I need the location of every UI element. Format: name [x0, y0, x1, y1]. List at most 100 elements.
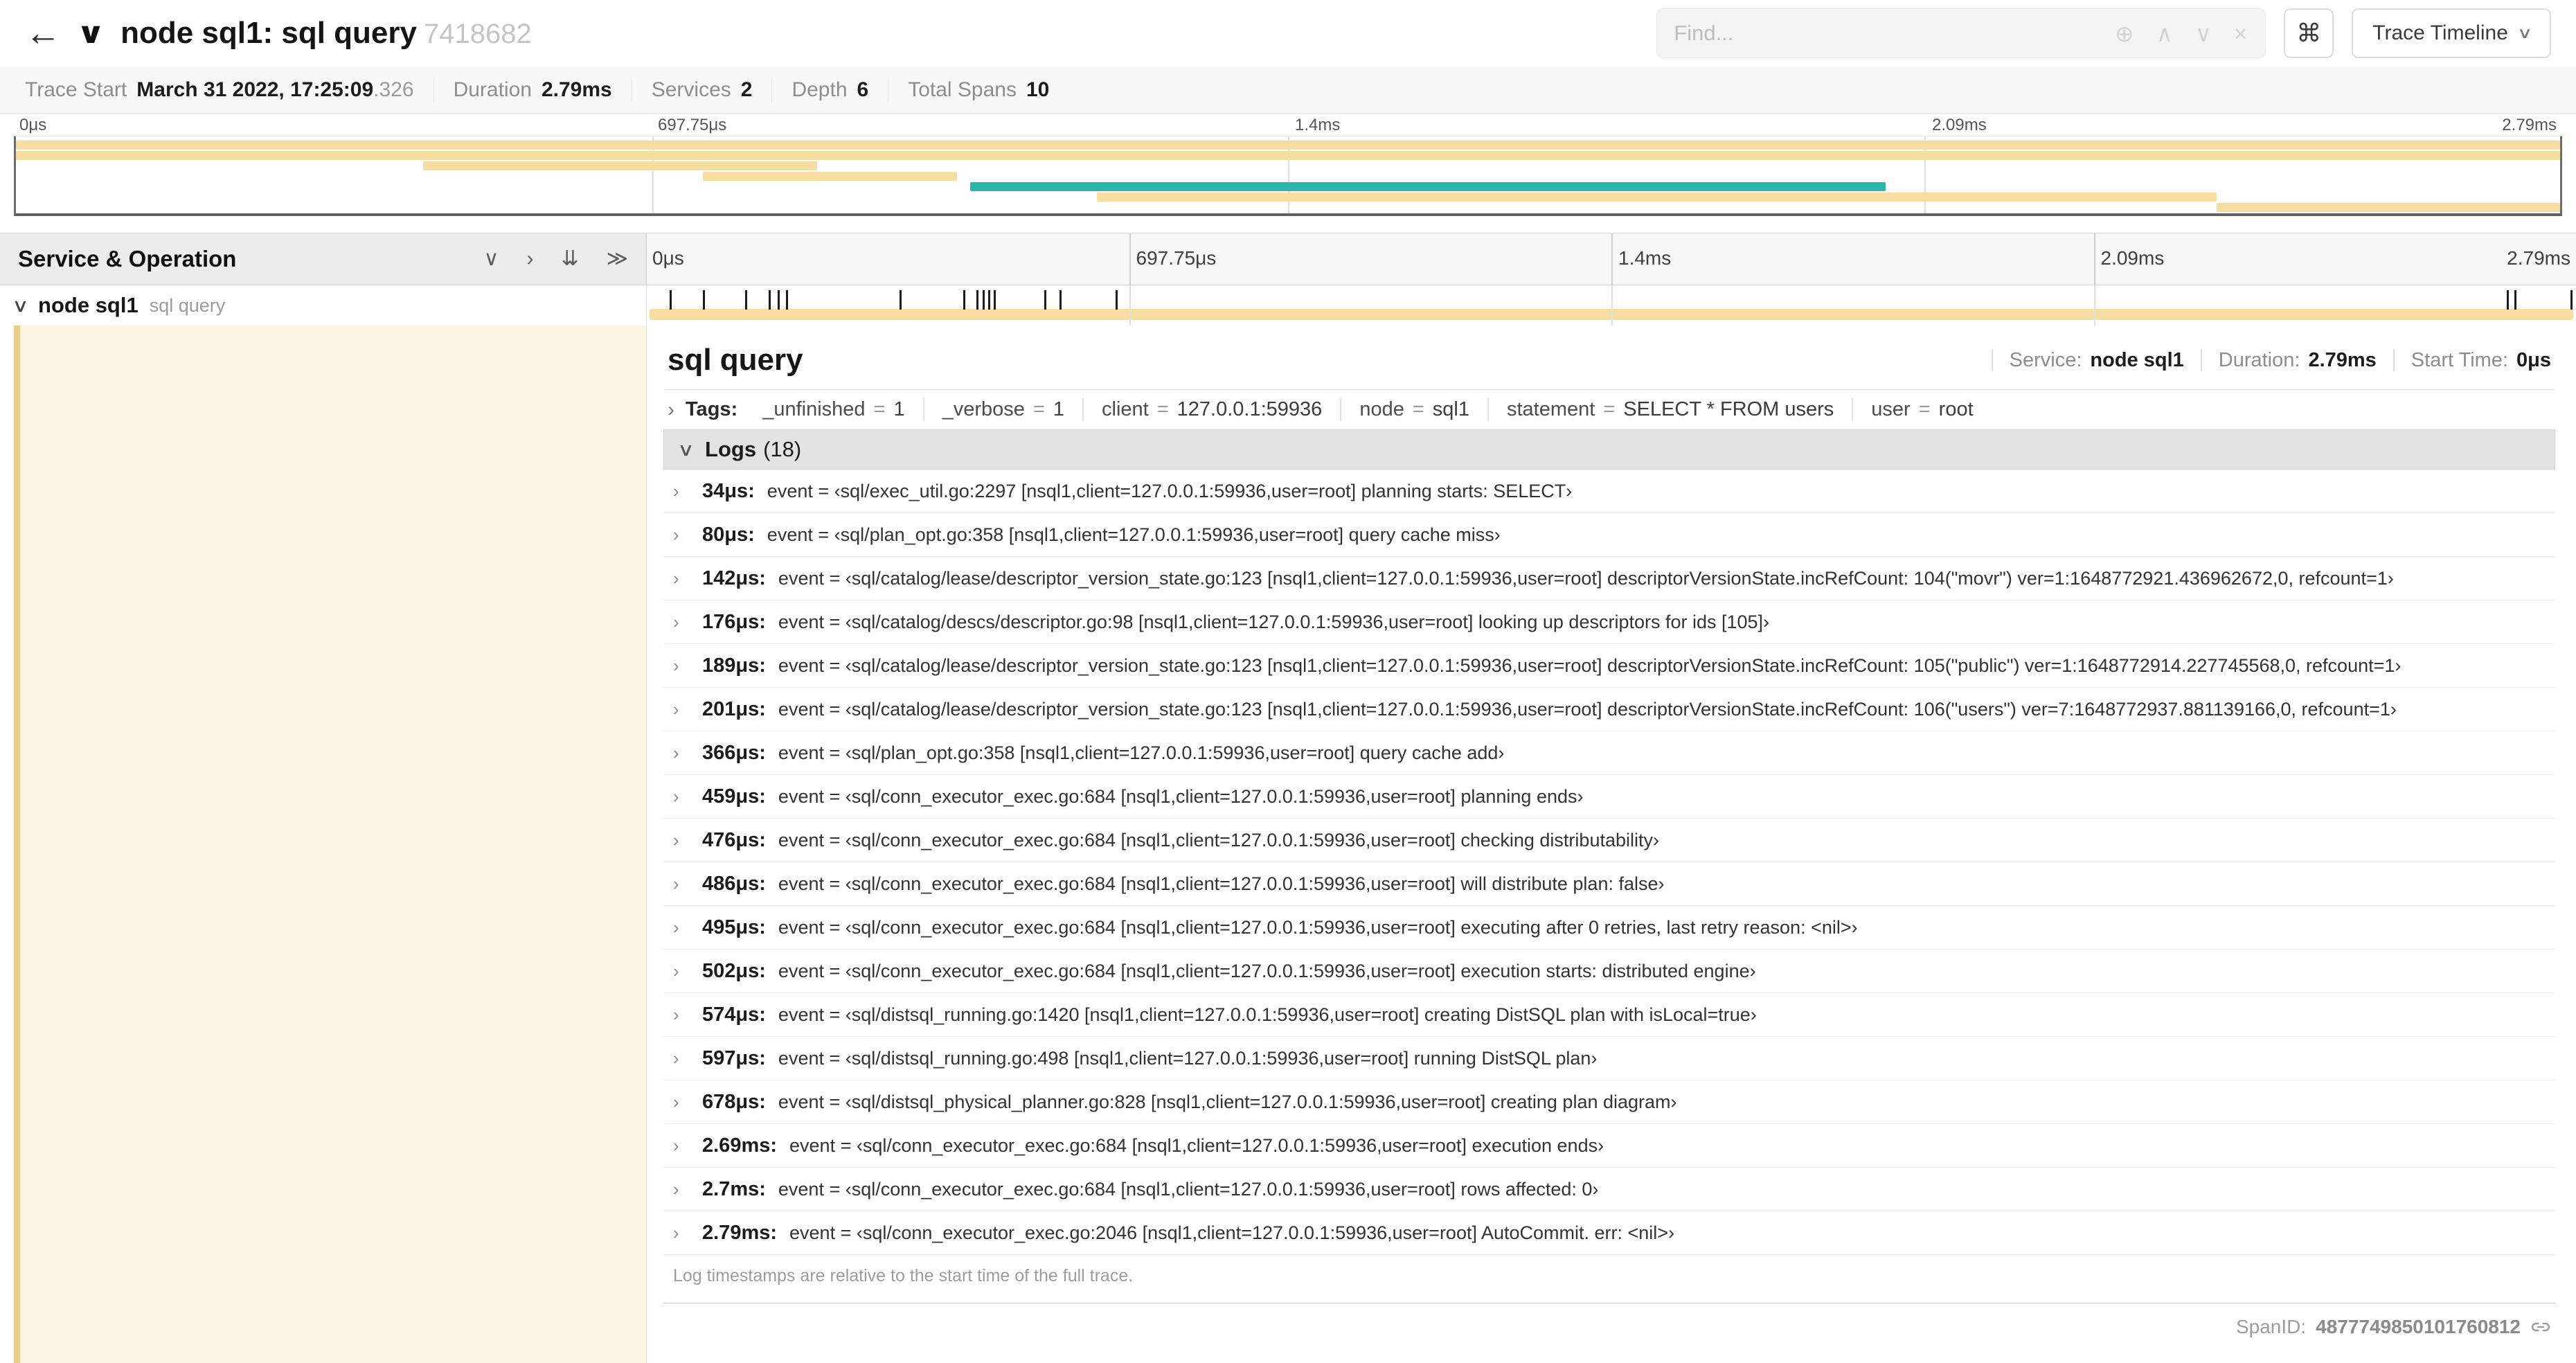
chevron-right-icon: › — [673, 1222, 679, 1243]
chevron-right-icon: › — [673, 611, 679, 632]
minimap-tick-labels: 0μs 697.75μs 1.4ms 2.09ms 2.79ms — [14, 114, 2562, 136]
tags-list: _unfinished = 1 _verbose = 1 client = 12… — [744, 398, 1991, 421]
clear-search-icon[interactable]: × — [2223, 22, 2258, 45]
summary-label: Depth — [791, 78, 848, 101]
prev-result-icon[interactable]: ∧ — [2145, 22, 2184, 45]
log-event-marker — [988, 290, 991, 310]
chevron-right-icon: › — [673, 785, 679, 807]
summary-item: Trace Start March 31 2022, 17:25:09 .326 — [25, 78, 434, 102]
chevron-right-icon: › — [673, 1047, 679, 1069]
copy-link-icon[interactable] — [2530, 1317, 2551, 1337]
log-event-text: event = ‹sql/distsql_physical_planner.go… — [778, 1091, 1677, 1112]
trace-view-selector[interactable]: Trace Timeline ∨ — [2352, 8, 2551, 58]
log-row[interactable]: › 2.7ms: event = ‹sql/conn_executor_exec… — [663, 1168, 2555, 1211]
log-row[interactable]: › 486μs: event = ‹sql/conn_executor_exec… — [663, 862, 2555, 906]
minimap-canvas[interactable] — [14, 136, 2562, 216]
expand-one-icon[interactable]: › — [526, 249, 533, 269]
tick-label: 2.79ms — [2502, 116, 2557, 134]
find-bar: ⊕ ∧ ∨ × — [1656, 8, 2266, 58]
log-row[interactable]: › 459μs: event = ‹sql/conn_executor_exec… — [663, 775, 2555, 819]
log-row[interactable]: › 2.69ms: event = ‹sql/conn_executor_exe… — [663, 1124, 2555, 1168]
chevron-right-icon: › — [673, 1178, 679, 1200]
tag-value: 127.0.0.1:59936 — [1177, 398, 1323, 420]
log-row[interactable]: › 502μs: event = ‹sql/conn_executor_exec… — [663, 950, 2555, 993]
logs-section-header[interactable]: ∨ Logs (18) — [663, 429, 2555, 470]
log-event-text: event = ‹sql/plan_opt.go:358 [nsql1,clie… — [767, 524, 1501, 545]
log-row[interactable]: › 495μs: event = ‹sql/conn_executor_exec… — [663, 906, 2555, 950]
log-event-marker — [994, 290, 996, 310]
locate-icon[interactable]: ⊕ — [2104, 22, 2145, 45]
log-row[interactable]: › 597μs: event = ‹sql/distsql_running.go… — [663, 1037, 2555, 1080]
log-row[interactable]: › 366μs: event = ‹sql/plan_opt.go:358 [n… — [663, 731, 2555, 775]
chevron-right-icon: › — [673, 480, 679, 501]
log-event-marker — [899, 290, 902, 310]
log-row[interactable]: › 574μs: event = ‹sql/distsql_running.go… — [663, 993, 2555, 1037]
summary-label: Duration — [453, 78, 532, 101]
log-timestamp: 189μs: — [702, 654, 766, 677]
tag-key: _unfinished — [762, 398, 866, 420]
span-detail-title: sql query — [668, 343, 803, 377]
back-arrow-icon[interactable]: ← — [25, 15, 61, 51]
span-row-timeline-cell[interactable] — [647, 285, 2576, 326]
tag-value: root — [1938, 398, 1974, 420]
trace-collapse-chevron-icon[interactable]: ∨ — [76, 19, 106, 48]
minimap-span-bar — [16, 141, 2560, 150]
log-event-marker — [670, 290, 672, 310]
log-row[interactable]: › 201μs: event = ‹sql/catalog/lease/desc… — [663, 688, 2555, 731]
tag-value: 1 — [1053, 398, 1065, 420]
log-timestamp: 176μs: — [702, 610, 766, 633]
logs-count: (18) — [763, 437, 802, 461]
tick-label: 0μs — [652, 247, 684, 269]
log-row[interactable]: › 80μs: event = ‹sql/plan_opt.go:358 [ns… — [663, 513, 2555, 557]
trace-header: ← ∨ node sql1: sql query7418682 ⊕ ∧ ∨ × … — [0, 0, 2576, 66]
tags-row[interactable]: › Tags: _unfinished = 1 _verbose = 1 cli… — [663, 389, 2555, 429]
log-event-text: event = ‹sql/exec_util.go:2297 [nsql1,cl… — [767, 480, 1573, 501]
log-event-text: event = ‹sql/distsql_running.go:498 [nsq… — [778, 1047, 1598, 1069]
summary-value: 10 — [1026, 78, 1050, 101]
chevron-right-icon: › — [673, 567, 679, 589]
log-event-text: event = ‹sql/distsql_running.go:1420 [ns… — [778, 1004, 1757, 1025]
summary-label: Services — [651, 78, 731, 101]
trace-page: ← ∨ node sql1: sql query7418682 ⊕ ∧ ∨ × … — [0, 0, 2576, 1363]
minimap-span-bar — [969, 182, 1886, 191]
chevron-down-icon[interactable]: ∨ — [12, 295, 29, 317]
tag-key: statement — [1506, 398, 1595, 420]
timeline-gridline — [2093, 285, 2095, 326]
log-timestamp: 366μs: — [702, 741, 766, 764]
log-row[interactable]: › 476μs: event = ‹sql/conn_executor_exec… — [663, 819, 2555, 862]
log-row[interactable]: › 678μs: event = ‹sql/distsql_physical_p… — [663, 1080, 2555, 1124]
span-row-name-cell[interactable]: ∨ node sql1 sql query — [0, 285, 647, 326]
log-row[interactable]: › 142μs: event = ‹sql/catalog/lease/desc… — [663, 557, 2555, 600]
tick-label: 697.75μs — [658, 116, 727, 134]
logs-list: › 34μs: event = ‹sql/exec_util.go:2297 [… — [663, 470, 2555, 1255]
summary-label: Total Spans — [908, 78, 1017, 101]
next-result-icon[interactable]: ∨ — [2184, 22, 2223, 45]
log-timestamp: 476μs: — [702, 828, 766, 851]
span-id-label: SpanID: — [2235, 1316, 2307, 1337]
tick-label: 1.4ms — [1618, 247, 1672, 269]
log-row[interactable]: › 189μs: event = ‹sql/catalog/lease/desc… — [663, 644, 2555, 688]
log-timestamp: 678μs: — [702, 1090, 766, 1113]
collapse-one-icon[interactable]: ∨ — [483, 249, 499, 269]
log-row[interactable]: › 2.79ms: event = ‹sql/conn_executor_exe… — [663, 1211, 2555, 1255]
find-input[interactable] — [1674, 21, 2104, 46]
log-timestamp: 597μs: — [702, 1046, 766, 1069]
log-event-marker — [2570, 290, 2573, 310]
chevron-right-icon: › — [673, 873, 679, 894]
log-event-marker — [1115, 290, 1118, 310]
tag-equals: = — [1032, 398, 1045, 420]
log-event-text: event = ‹sql/conn_executor_exec.go:684 [… — [789, 1134, 1604, 1156]
tag-item: _verbose = 1 — [924, 398, 1084, 421]
summary-suffix: .326 — [373, 78, 414, 101]
tag-equals: = — [1412, 398, 1424, 420]
log-event-marker — [745, 290, 748, 310]
log-row[interactable]: › 34μs: event = ‹sql/exec_util.go:2297 [… — [663, 470, 2555, 513]
meta-divider — [2392, 349, 2395, 371]
tick-label: 697.75μs — [1136, 247, 1217, 269]
expand-all-icon[interactable]: ≫ — [607, 249, 628, 269]
log-row[interactable]: › 176μs: event = ‹sql/catalog/descs/desc… — [663, 600, 2555, 644]
chevron-right-icon: › — [673, 1004, 679, 1025]
keyboard-shortcuts-button[interactable]: ⌘ — [2284, 8, 2334, 58]
summary-label: Trace Start — [25, 78, 127, 101]
collapse-all-icon[interactable]: ⇊ — [561, 249, 578, 269]
